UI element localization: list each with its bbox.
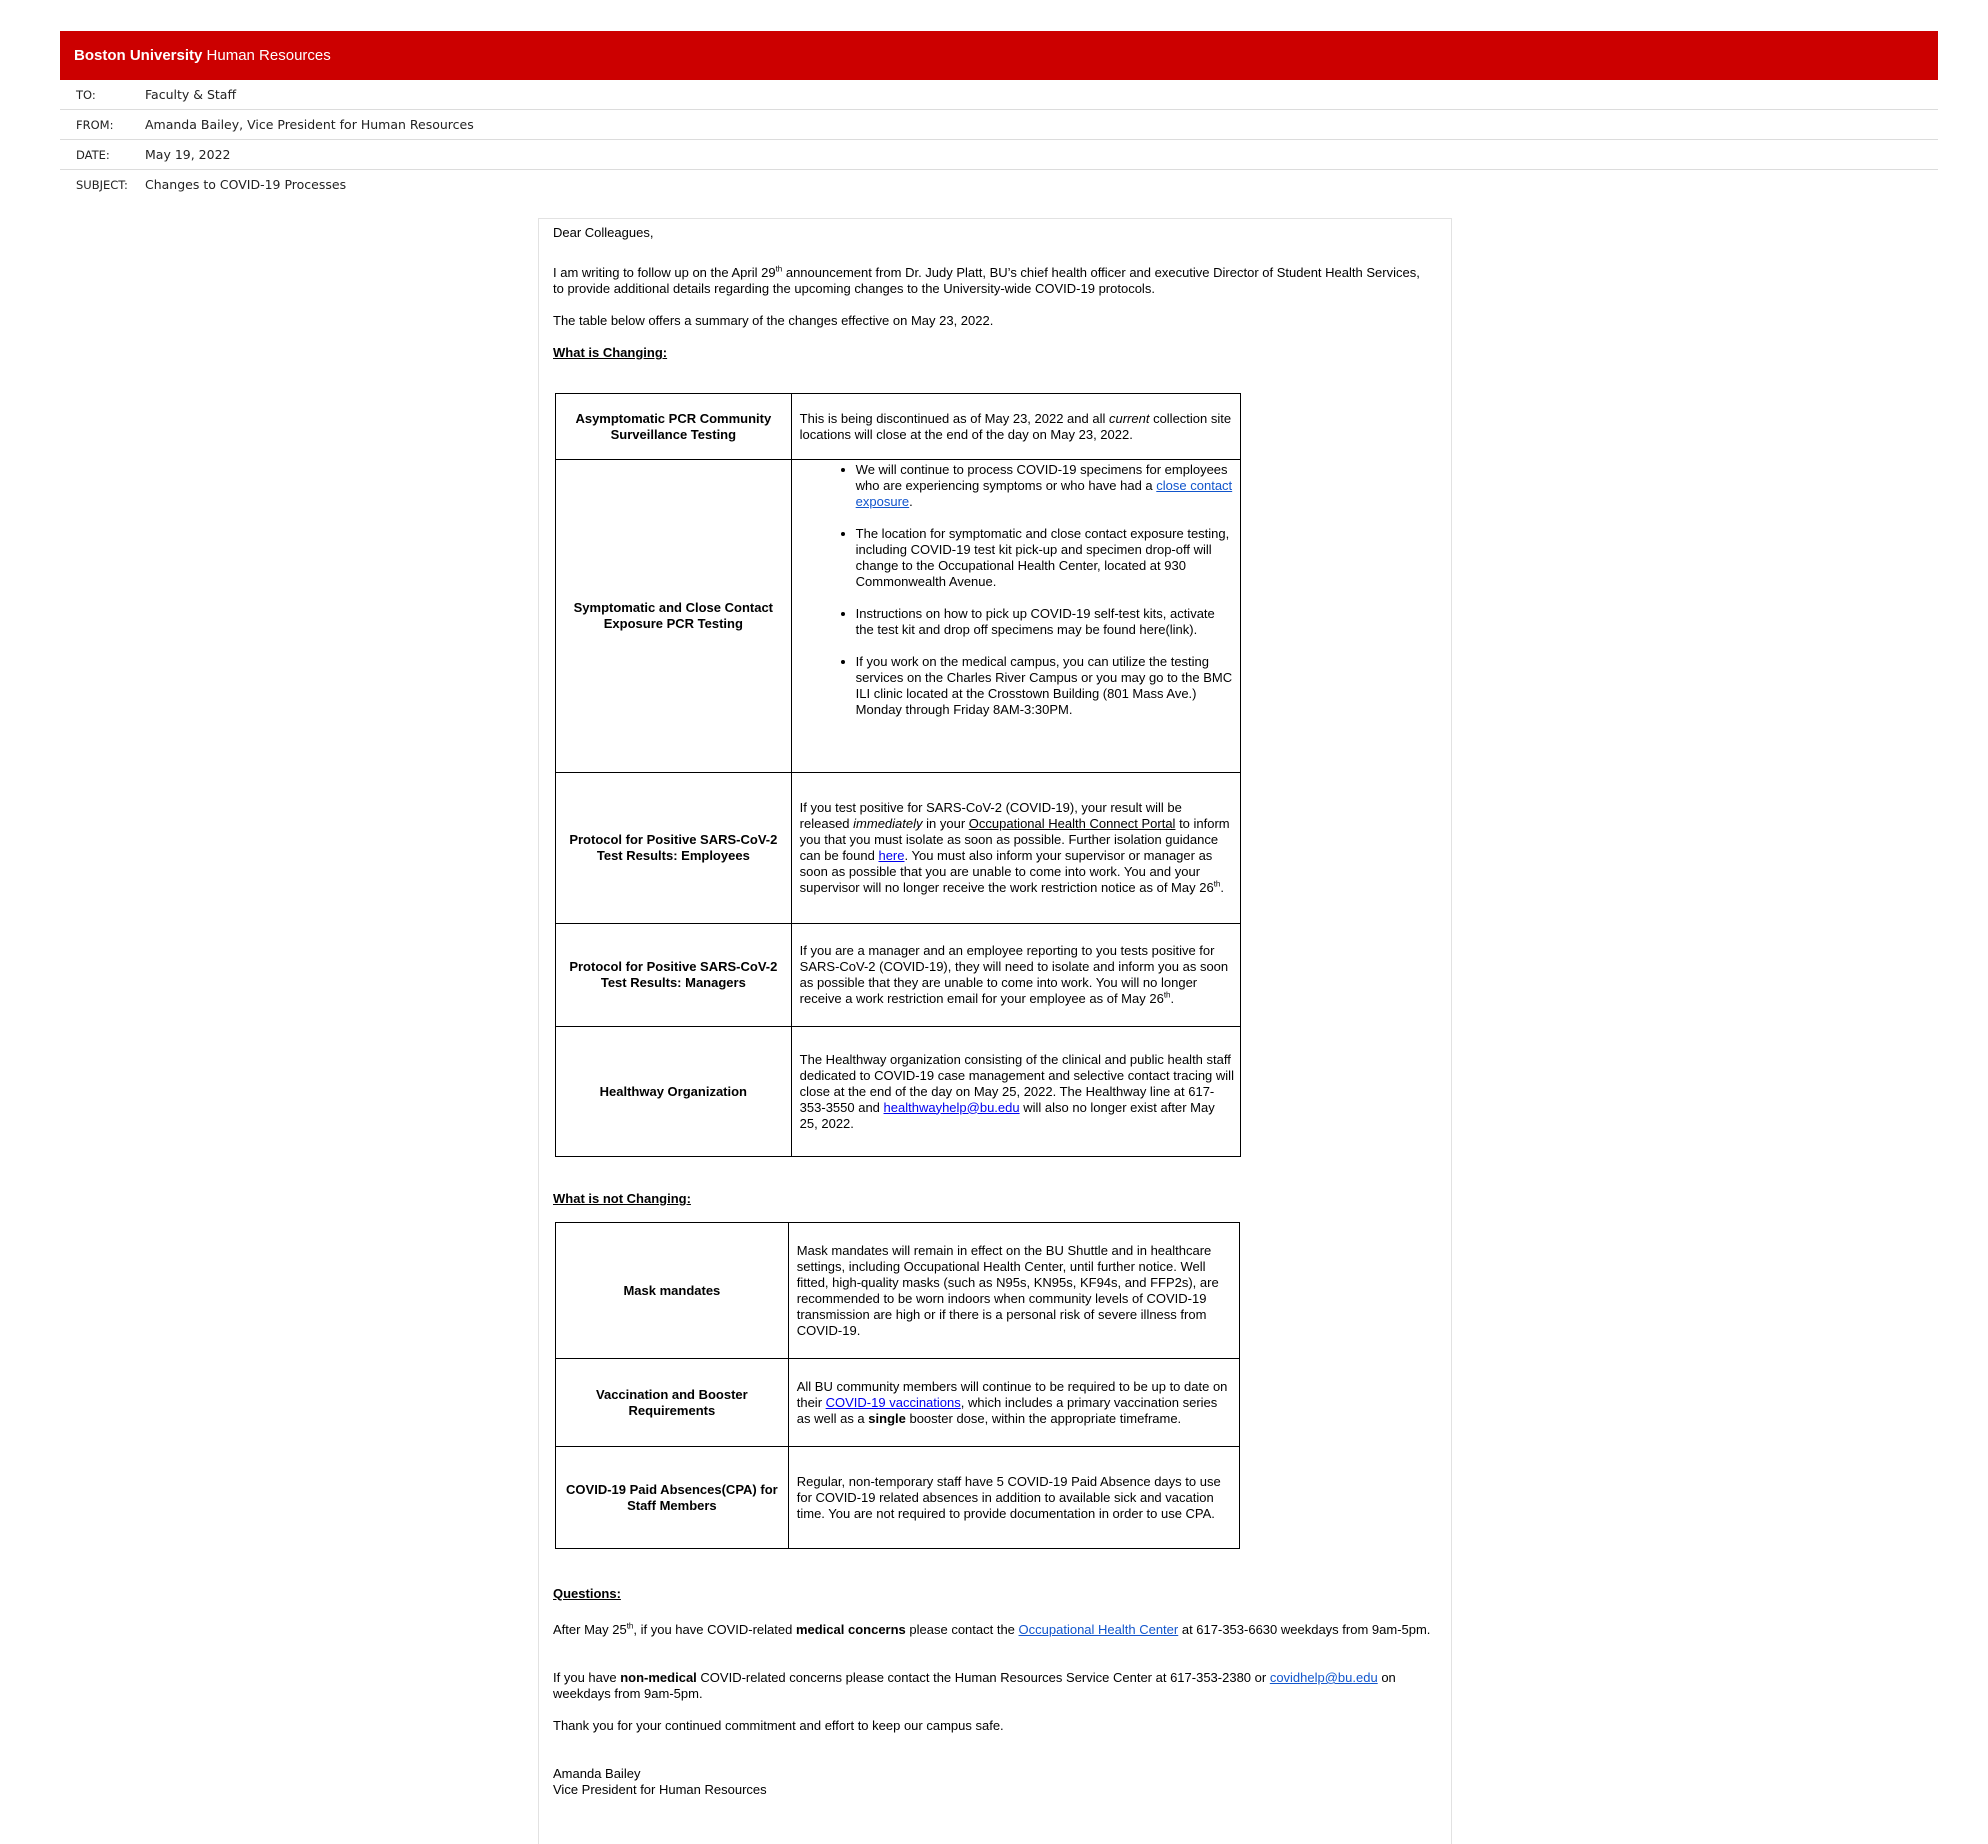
- row-label-employee-protocol: Protocol for Positive SARS-CoV-2 Test Re…: [555, 772, 792, 924]
- list-item: If you work on the medical campus, you c…: [856, 654, 1234, 718]
- row-value-symptomatic-testing: We will continue to process COVID-19 spe…: [790, 459, 1242, 773]
- table-row: Protocol for Positive SARS-CoV-2 Test Re…: [555, 772, 1242, 924]
- thanks-paragraph: Thank you for your continued commitment …: [553, 1718, 1004, 1733]
- intro-paragraph: I am writing to follow up on the April 2…: [553, 264, 1420, 296]
- row-label-surveillance-testing: Asymptomatic PCR Community Surveillance …: [555, 393, 792, 460]
- row-label-paid-absences: COVID-19 Paid Absences(CPA) for Staff Me…: [555, 1446, 789, 1549]
- to-value: Faculty & Staff: [145, 87, 237, 102]
- row-label-healthway: Healthway Organization: [555, 1026, 792, 1157]
- banner-title: Boston University Human Resources: [74, 48, 331, 64]
- changing-table: Asymptomatic PCR Community Surveillance …: [555, 393, 1242, 1157]
- table-row: Healthway Organization The Healthway org…: [555, 1026, 1242, 1157]
- covidhelp-email-link[interactable]: covidhelp@bu.edu: [1270, 1670, 1378, 1685]
- row-label-vaccination: Vaccination and Booster Requirements: [555, 1358, 789, 1447]
- row-value-surveillance-testing: This is being discontinued as of May 23,…: [790, 393, 1242, 460]
- isolation-guidance-link[interactable]: here: [878, 848, 904, 863]
- row-value-manager-protocol: If you are a manager and an employee rep…: [790, 923, 1242, 1027]
- hr-banner: Boston University Human Resources: [60, 31, 1938, 80]
- from-row: FROM: Amanda Bailey, Vice President for …: [60, 110, 1938, 140]
- symptomatic-testing-list: We will continue to process COVID-19 spe…: [800, 462, 1234, 718]
- table-row: Symptomatic and Close Contact Exposure P…: [555, 459, 1242, 773]
- table-row: Asymptomatic PCR Community Surveillance …: [555, 393, 1242, 460]
- row-label-symptomatic-testing: Symptomatic and Close Contact Exposure P…: [555, 459, 792, 773]
- row-value-paid-absences: Regular, non-temporary staff have 5 COVI…: [787, 1446, 1241, 1549]
- subject-value: Changes to COVID-19 Processes: [145, 177, 347, 192]
- healthway-email-link[interactable]: healthwayhelp@bu.edu: [884, 1100, 1020, 1115]
- table-row: Mask mandates Mask mandates will remain …: [555, 1222, 1241, 1359]
- row-label-manager-protocol: Protocol for Positive SARS-CoV-2 Test Re…: [555, 923, 792, 1027]
- occupational-health-center-link[interactable]: Occupational Health Center: [1019, 1622, 1179, 1637]
- list-item: The location for symptomatic and close c…: [856, 526, 1234, 590]
- changing-heading: What is Changing:: [553, 345, 668, 360]
- list-item: We will continue to process COVID-19 spe…: [856, 462, 1234, 510]
- questions-heading: Questions:: [553, 1586, 621, 1601]
- to-label: TO:: [76, 88, 96, 102]
- medical-concerns-paragraph: After May 25th, if you have COVID-relate…: [553, 1621, 1431, 1637]
- table-row: COVID-19 Paid Absences(CPA) for Staff Me…: [555, 1446, 1241, 1549]
- signature-name: Amanda Bailey: [553, 1766, 641, 1781]
- row-value-employee-protocol: If you test positive for SARS-CoV-2 (COV…: [790, 772, 1242, 924]
- table-row: Vaccination and Booster Requirements All…: [555, 1358, 1241, 1447]
- department-name: Human Resources: [206, 47, 331, 64]
- date-label: DATE:: [76, 148, 110, 162]
- occupational-health-portal-text: Occupational Health Connect Portal: [968, 816, 1176, 831]
- signature-title: Vice President for Human Resources: [553, 1782, 767, 1797]
- summary-paragraph: The table below offers a summary of the …: [553, 313, 994, 328]
- covid-vaccinations-link[interactable]: COVID-19 vaccinations: [826, 1395, 961, 1410]
- not-changing-heading: What is not Changing:: [553, 1191, 691, 1206]
- greeting: Dear Colleagues,: [553, 225, 654, 240]
- date-value: May 19, 2022: [145, 147, 231, 162]
- row-label-mask-mandates: Mask mandates: [555, 1222, 789, 1359]
- row-value-vaccination: All BU community members will continue t…: [787, 1358, 1241, 1447]
- row-value-mask-mandates: Mask mandates will remain in effect on t…: [787, 1222, 1241, 1359]
- subject-label: SUBJECT:: [76, 178, 128, 192]
- list-item: Instructions on how to pick up COVID-19 …: [856, 606, 1234, 638]
- not-changing-table: Mask mandates Mask mandates will remain …: [555, 1222, 1241, 1549]
- from-label: FROM:: [76, 118, 114, 132]
- date-row: DATE: May 19, 2022: [60, 140, 1938, 170]
- non-medical-concerns-paragraph: If you have non-medical COVID-related co…: [553, 1670, 1396, 1701]
- to-row: TO: Faculty & Staff: [60, 80, 1938, 110]
- brand-name: Boston University: [74, 47, 203, 64]
- from-value: Amanda Bailey, Vice President for Human …: [145, 117, 474, 132]
- table-row: Protocol for Positive SARS-CoV-2 Test Re…: [555, 923, 1242, 1027]
- row-value-healthway: The Healthway organization consisting of…: [790, 1026, 1242, 1157]
- subject-row: SUBJECT: Changes to COVID-19 Processes: [60, 170, 1938, 199]
